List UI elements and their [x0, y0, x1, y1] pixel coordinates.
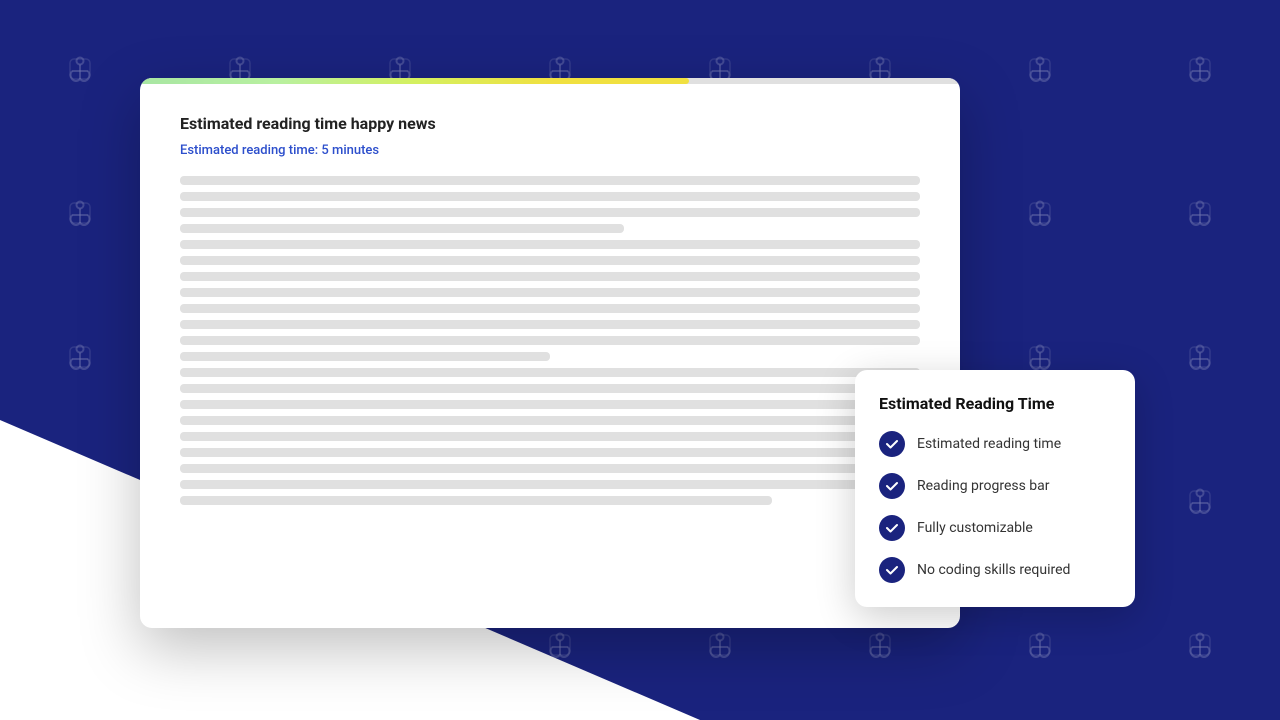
reading-time-label: Estimated reading time: 5 minutes: [180, 143, 920, 158]
skeleton-line: [180, 320, 920, 329]
anchor-icon: [62, 339, 98, 382]
skeleton-line: [180, 192, 920, 201]
skeleton-text-block: [180, 176, 920, 505]
feature-label-4: No coding skills required: [917, 562, 1070, 578]
anchor-icon: [1182, 51, 1218, 94]
feature-item-2: Reading progress bar: [879, 473, 1111, 499]
anchor-icon: [1022, 51, 1058, 94]
check-icon-1: [879, 431, 905, 457]
skeleton-line: [180, 288, 920, 297]
feature-item-4: No coding skills required: [879, 557, 1111, 583]
feature-item-1: Estimated reading time: [879, 431, 1111, 457]
skeleton-line: [180, 336, 920, 345]
feature-item-3: Fully customizable: [879, 515, 1111, 541]
skeleton-line: [180, 256, 920, 265]
skeleton-line: [180, 352, 550, 361]
check-icon-4: [879, 557, 905, 583]
anchor-icon: [702, 627, 738, 670]
skeleton-line: [180, 304, 920, 313]
anchor-icon: [1182, 483, 1218, 526]
skeleton-line: [180, 496, 772, 505]
skeleton-line: [180, 176, 920, 185]
skeleton-line: [180, 448, 920, 457]
skeleton-line: [180, 240, 920, 249]
anchor-icon: [1022, 195, 1058, 238]
skeleton-line: [180, 400, 920, 409]
skeleton-line: [180, 384, 920, 393]
feature-label-3: Fully customizable: [917, 520, 1033, 536]
skeleton-line: [180, 368, 920, 377]
skeleton-line: [180, 464, 920, 473]
anchor-icon: [62, 195, 98, 238]
feature-label-2: Reading progress bar: [917, 478, 1050, 494]
check-icon-3: [879, 515, 905, 541]
reading-progress-bar-fill: [140, 78, 689, 84]
reading-progress-bar-container: [140, 78, 960, 84]
browser-window: Estimated reading time happy news Estima…: [140, 78, 960, 628]
anchor-icon: [1182, 339, 1218, 382]
skeleton-line: [180, 272, 920, 281]
anchor-icon: [1022, 627, 1058, 670]
skeleton-line: [180, 432, 920, 441]
feature-label-1: Estimated reading time: [917, 436, 1061, 452]
anchor-icon: [62, 51, 98, 94]
skeleton-line: [180, 208, 920, 217]
article-title: Estimated reading time happy news: [180, 114, 920, 133]
anchor-icon: [862, 627, 898, 670]
feature-card-title: Estimated Reading Time: [879, 394, 1111, 413]
article-content-area: Estimated reading time happy news Estima…: [140, 84, 960, 535]
feature-card: Estimated Reading Time Estimated reading…: [855, 370, 1135, 607]
skeleton-line: [180, 480, 920, 489]
skeleton-line: [180, 224, 624, 233]
anchor-icon: [1182, 627, 1218, 670]
anchor-icon: [1182, 195, 1218, 238]
check-icon-2: [879, 473, 905, 499]
skeleton-line: [180, 416, 920, 425]
